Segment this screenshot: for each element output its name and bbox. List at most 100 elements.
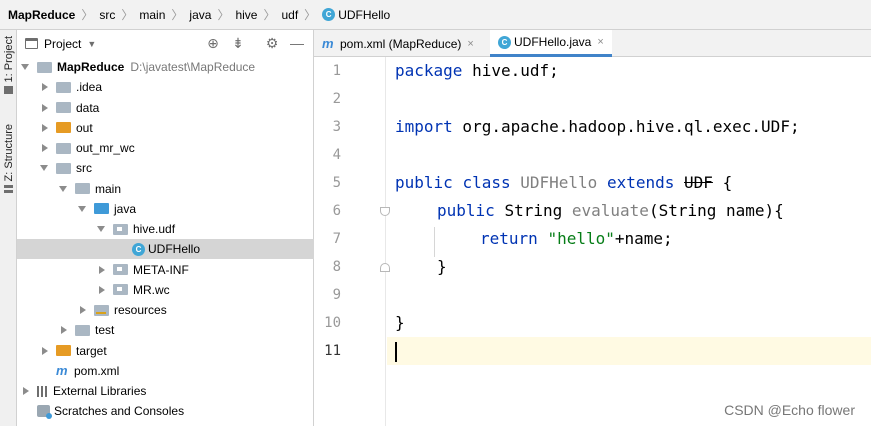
- code-line: package hive.udf;: [387, 57, 871, 85]
- locate-icon[interactable]: ⊕: [205, 35, 221, 51]
- tree-item-label: java: [114, 201, 137, 216]
- tree-item[interactable]: External Libraries: [17, 381, 314, 401]
- editor-gutter: 1 2 3 4 5 6 7 8 9 10 11: [314, 57, 390, 426]
- collapse-all-icon[interactable]: ⇟: [230, 35, 246, 51]
- tree-item[interactable]: C UDFHello: [17, 239, 314, 260]
- breadcrumb-item-udf[interactable]: udf: [281, 8, 298, 22]
- chevron-right-icon[interactable]: [99, 285, 105, 294]
- gear-icon[interactable]: ⚙: [264, 35, 280, 51]
- tree-item[interactable]: out_mr_wc: [17, 138, 314, 158]
- chevron-right-icon[interactable]: [42, 83, 48, 92]
- breadcrumb-item-udfhello[interactable]: UDFHello: [338, 8, 390, 22]
- tree-item-label: data: [76, 100, 100, 115]
- class-icon: C: [132, 242, 145, 256]
- deprecated-class: UDF: [684, 173, 713, 192]
- tab-project-tool[interactable]: 1: Project: [0, 36, 17, 95]
- tree-item[interactable]: target: [17, 341, 314, 361]
- folder-icon: [56, 142, 71, 154]
- text-caret: [395, 341, 397, 362]
- tree-item-label: .idea: [76, 80, 103, 95]
- tree-item[interactable]: .idea: [17, 77, 314, 97]
- project-view-selector[interactable]: Project: [44, 37, 81, 51]
- line-number-current: 11: [324, 343, 341, 359]
- tab-structure-label: Z: Structure: [2, 124, 15, 182]
- breadcrumb-item-mapreduce[interactable]: MapReduce: [8, 8, 75, 22]
- folder-icon: [4, 86, 13, 95]
- close-icon[interactable]: ×: [467, 38, 473, 50]
- code-text: (String name){: [648, 201, 784, 220]
- chevron-down-icon[interactable]: [21, 64, 29, 70]
- tree-item-label: Scratches and Consoles: [54, 404, 185, 419]
- breadcrumb-item-java[interactable]: java: [189, 8, 211, 22]
- hide-icon[interactable]: —: [289, 35, 305, 51]
- class-icon: C: [498, 35, 511, 49]
- tab-udfhello-java[interactable]: C UDFHello.java ×: [490, 30, 612, 57]
- close-icon[interactable]: ×: [597, 36, 603, 48]
- source-folder-icon: [94, 203, 109, 215]
- resources-folder-icon: [94, 304, 109, 316]
- code-editor[interactable]: package hive.udf; import org.apache.hado…: [387, 57, 871, 426]
- breadcrumb-item-main[interactable]: main: [139, 8, 165, 22]
- chevron-down-icon[interactable]: [59, 185, 67, 192]
- tab-pom-xml[interactable]: m pom.xml (MapReduce) ×: [314, 30, 482, 57]
- chevron-right-icon[interactable]: [61, 326, 67, 335]
- maven-icon: m: [322, 36, 334, 51]
- chevron-right-icon[interactable]: [80, 306, 86, 314]
- method-name: evaluate: [571, 201, 649, 220]
- tab-structure-tool[interactable]: Z: Structure: [0, 124, 17, 194]
- tree-item[interactable]: src: [17, 158, 314, 178]
- tree-item[interactable]: hive.udf: [17, 219, 314, 239]
- line-number: 1: [332, 63, 341, 79]
- tree-item[interactable]: m pom.xml: [17, 361, 314, 381]
- code-line: return "hello"+name;: [387, 225, 871, 253]
- keyword: class: [462, 173, 511, 192]
- class-icon: C: [322, 8, 336, 21]
- folder-icon: [56, 162, 71, 174]
- string-literal: "hello": [547, 229, 615, 248]
- chevron-down-icon[interactable]: [78, 205, 86, 212]
- chevron-right-icon[interactable]: [42, 123, 48, 132]
- tree-item-label: src: [76, 161, 92, 176]
- chevron-right-icon[interactable]: [99, 265, 105, 274]
- tree-item[interactable]: MR.wc: [17, 280, 314, 300]
- tree-item[interactable]: java: [17, 199, 314, 219]
- libraries-icon: [37, 385, 49, 397]
- tool-window-strip: 1: Project Z: Structure: [0, 30, 17, 426]
- package-icon: [113, 284, 128, 296]
- chevron-right-icon: 〉: [121, 8, 134, 22]
- tab-project-label: 1: Project: [2, 36, 15, 83]
- chevron-down-icon[interactable]: [40, 165, 48, 172]
- excluded-folder-icon: [56, 345, 71, 356]
- chevron-right-icon[interactable]: [23, 387, 29, 395]
- keyword: package: [395, 61, 463, 80]
- tree-item[interactable]: main: [17, 179, 314, 199]
- tree-item[interactable]: resources: [17, 300, 314, 320]
- code-text: {: [712, 173, 733, 192]
- ide-window: MapReduce 〉 src 〉 main 〉 java 〉 hive 〉 u…: [0, 0, 871, 426]
- line-number: 10: [324, 315, 341, 331]
- breadcrumb-item-src[interactable]: src: [99, 8, 115, 22]
- folder-icon: [75, 183, 90, 194]
- line-number: 2: [332, 91, 341, 107]
- chevron-down-icon[interactable]: ▼: [87, 39, 96, 49]
- tree-item[interactable]: META-INF: [17, 260, 314, 280]
- tree-item-path: D:\javatest\MapReduce: [130, 60, 256, 74]
- chevron-right-icon[interactable]: [42, 144, 48, 152]
- chevron-right-icon[interactable]: [42, 346, 48, 355]
- chevron-right-icon[interactable]: [42, 103, 48, 112]
- breadcrumb-item-hive[interactable]: hive: [235, 8, 257, 22]
- tree-item[interactable]: data: [17, 98, 314, 118]
- tree-item[interactable]: test: [17, 320, 314, 340]
- chevron-down-icon[interactable]: [97, 226, 105, 232]
- chevron-right-icon: 〉: [81, 8, 94, 22]
- line-number: 3: [332, 119, 341, 135]
- editor-tab-bar: m pom.xml (MapReduce) × C UDFHello.java …: [314, 30, 871, 57]
- project-panel-header: Project ▼ ⊕ ⇟ ⚙ —: [17, 30, 313, 57]
- maven-icon: m: [56, 363, 68, 379]
- tab-pom-xml-label: pom.xml (MapReduce): [340, 36, 462, 51]
- tree-item[interactable]: out: [17, 118, 314, 138]
- tree-item[interactable]: MapReduce D:\javatest\MapReduce: [17, 57, 314, 77]
- code-text: }: [395, 313, 405, 332]
- tree-item[interactable]: Scratches and Consoles: [17, 401, 314, 421]
- tree-item-label: out_mr_wc: [76, 141, 135, 155]
